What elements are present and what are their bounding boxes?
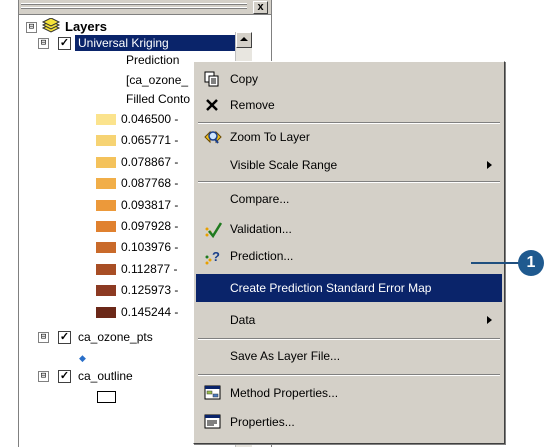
menu-item-remove[interactable]: Remove — [196, 92, 502, 118]
menu-item-validation[interactable]: Validation... — [196, 216, 502, 242]
menu-item-label: Remove — [230, 98, 275, 112]
legend-class-label: 0.125973 - — [121, 283, 179, 298]
title-grip — [21, 3, 247, 5]
legend-swatch — [96, 178, 116, 190]
menu-item-copy[interactable]: Copy — [196, 66, 502, 92]
menu-item-label: Copy — [230, 72, 259, 86]
menu-separator — [198, 338, 500, 340]
point-symbol-icon: ◆ — [79, 353, 86, 363]
legend-class-label: 0.078867 - — [121, 154, 179, 169]
layer-name-universal-kriging[interactable]: Universal Kriging — [75, 35, 235, 51]
menu-separator — [198, 181, 500, 183]
collapse-icon[interactable]: ⊟ — [38, 332, 49, 343]
layers-icon — [41, 17, 61, 34]
legend-class-label: 0.046500 - — [121, 112, 179, 126]
legend-class-label: 0.145244 - — [121, 304, 179, 319]
polygon-symbol-icon — [97, 391, 116, 403]
legend-swatch — [96, 114, 116, 125]
method-properties-icon — [204, 385, 222, 401]
legend-class-label: 0.097928 - — [121, 219, 179, 233]
menu-item-properties[interactable]: Properties... — [196, 409, 502, 435]
menu-item-label: Validation... — [230, 222, 292, 236]
menu-item-label: Zoom To Layer — [230, 130, 310, 144]
collapse-icon[interactable]: ⊟ — [26, 22, 37, 33]
collapse-icon[interactable]: ⊟ — [38, 38, 49, 49]
menu-item-label: Create Prediction Standard Error Map — [230, 281, 432, 295]
legend-source: [ca_ozone_ — [126, 73, 189, 87]
legend-class-label: 0.112877 - — [121, 261, 178, 276]
layer-visibility-checkbox[interactable]: ✓ — [58, 331, 71, 344]
legend-class-label: 0.093817 - — [121, 197, 179, 212]
properties-icon — [204, 414, 222, 430]
submenu-arrow-icon — [487, 316, 492, 324]
legend-renderer: Filled Conto — [126, 92, 191, 106]
menu-item-label: Visible Scale Range — [230, 158, 338, 172]
legend-swatch — [96, 306, 116, 318]
submenu-arrow-icon — [487, 161, 492, 169]
scroll-up-arrow[interactable] — [236, 32, 252, 48]
menu-item-label: Method Properties... — [230, 386, 339, 400]
menu-separator — [198, 374, 500, 376]
legend-swatch — [96, 135, 116, 147]
toc-title-bar[interactable]: x — [19, 0, 271, 15]
layer-visibility-checkbox[interactable]: ✓ — [58, 37, 71, 50]
menu-item-label: Prediction... — [230, 249, 294, 263]
layer-visibility-checkbox[interactable]: ✓ — [58, 370, 71, 383]
svg-text:?: ? — [212, 249, 220, 264]
menu-item-method-properties[interactable]: Method Properties... — [196, 380, 502, 406]
layer-name-ca-ozone-pts[interactable]: ca_ozone_pts — [78, 328, 153, 346]
menu-item-create-prediction-standard-error-map[interactable]: Create Prediction Standard Error Map — [196, 274, 502, 302]
callout-leader-line — [471, 262, 525, 264]
menu-item-data[interactable]: Data — [196, 307, 502, 333]
validation-icon — [204, 221, 223, 239]
menu-item-visible-scale-range[interactable]: Visible Scale Range — [196, 152, 502, 178]
menu-item-compare[interactable]: Compare... — [196, 186, 502, 212]
menu-item-save-as-layer-file[interactable]: Save As Layer File... — [196, 343, 502, 369]
legend-class-label: 0.103976 - — [121, 240, 179, 255]
layer-name-ca-outline[interactable]: ca_outline — [78, 367, 133, 385]
close-button[interactable]: x — [253, 1, 268, 14]
callout-number-badge: 1 — [518, 250, 544, 276]
legend-heading: Prediction — [126, 53, 180, 67]
remove-icon — [204, 97, 222, 113]
legend-swatch — [96, 156, 116, 168]
collapse-icon[interactable]: ⊟ — [38, 371, 49, 382]
menu-item-label: Save As Layer File... — [230, 349, 341, 363]
legend-class-label: 0.087768 - — [121, 176, 179, 191]
zoom-to-layer-icon — [204, 129, 222, 145]
legend-class-label: 0.065771 - — [121, 133, 179, 148]
copy-icon — [204, 71, 222, 87]
legend-swatch — [96, 285, 116, 297]
legend-swatch — [96, 221, 116, 232]
legend-swatch — [96, 242, 116, 254]
legend-swatch — [96, 199, 116, 211]
prediction-icon: ? — [204, 248, 222, 265]
menu-item-prediction[interactable]: ? Prediction... — [196, 243, 502, 269]
layer-row-universal-kriging[interactable]: ⊟ ✓ Universal Kriging — [36, 34, 236, 52]
menu-item-zoom-to-layer[interactable]: Zoom To Layer — [196, 124, 502, 150]
menu-item-label: Properties... — [230, 415, 295, 429]
menu-item-label: Data — [230, 313, 256, 327]
title-grip — [21, 7, 247, 9]
menu-item-label: Compare... — [230, 192, 290, 206]
layer-context-menu: Copy Remove Zoom To Layer Visible Scale … — [193, 61, 505, 444]
legend-swatch — [96, 263, 116, 275]
